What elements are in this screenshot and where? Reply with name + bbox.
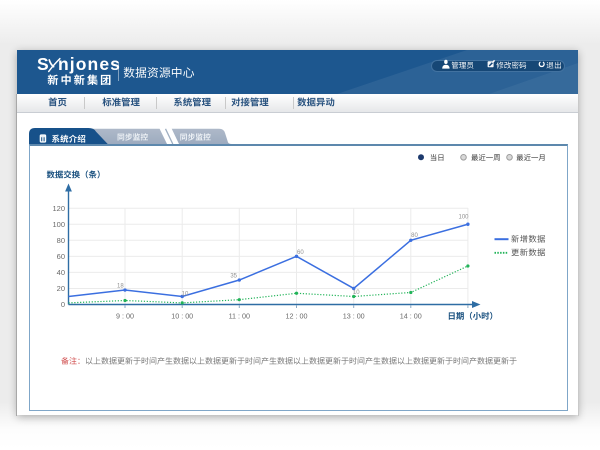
svg-text:100: 100	[458, 215, 469, 221]
svg-text:100: 100	[52, 220, 65, 229]
svg-text:0: 0	[61, 300, 65, 309]
svg-text:njones: njones	[58, 54, 121, 74]
svg-text:12 : 00: 12 : 00	[286, 312, 308, 321]
svg-text:20: 20	[57, 284, 65, 293]
svg-text:10: 10	[182, 292, 189, 298]
svg-text:18: 18	[117, 283, 124, 289]
svg-text:10: 10	[353, 290, 360, 296]
svg-text:14 : 00: 14 : 00	[400, 312, 422, 321]
svg-text:9 : 00: 9 : 00	[116, 312, 134, 321]
svg-text:60: 60	[297, 250, 304, 256]
svg-text:10 : 00: 10 : 00	[171, 312, 193, 321]
svg-text:60: 60	[57, 252, 65, 261]
svg-text:S: S	[37, 54, 49, 74]
svg-text:80: 80	[57, 236, 65, 245]
svg-text:40: 40	[57, 268, 65, 277]
svg-text:11 : 00: 11 : 00	[229, 312, 250, 321]
svg-text:35: 35	[230, 274, 237, 280]
svg-text:80: 80	[411, 233, 418, 239]
svg-text:120: 120	[52, 204, 65, 213]
svg-text:13 : 00: 13 : 00	[343, 312, 365, 321]
